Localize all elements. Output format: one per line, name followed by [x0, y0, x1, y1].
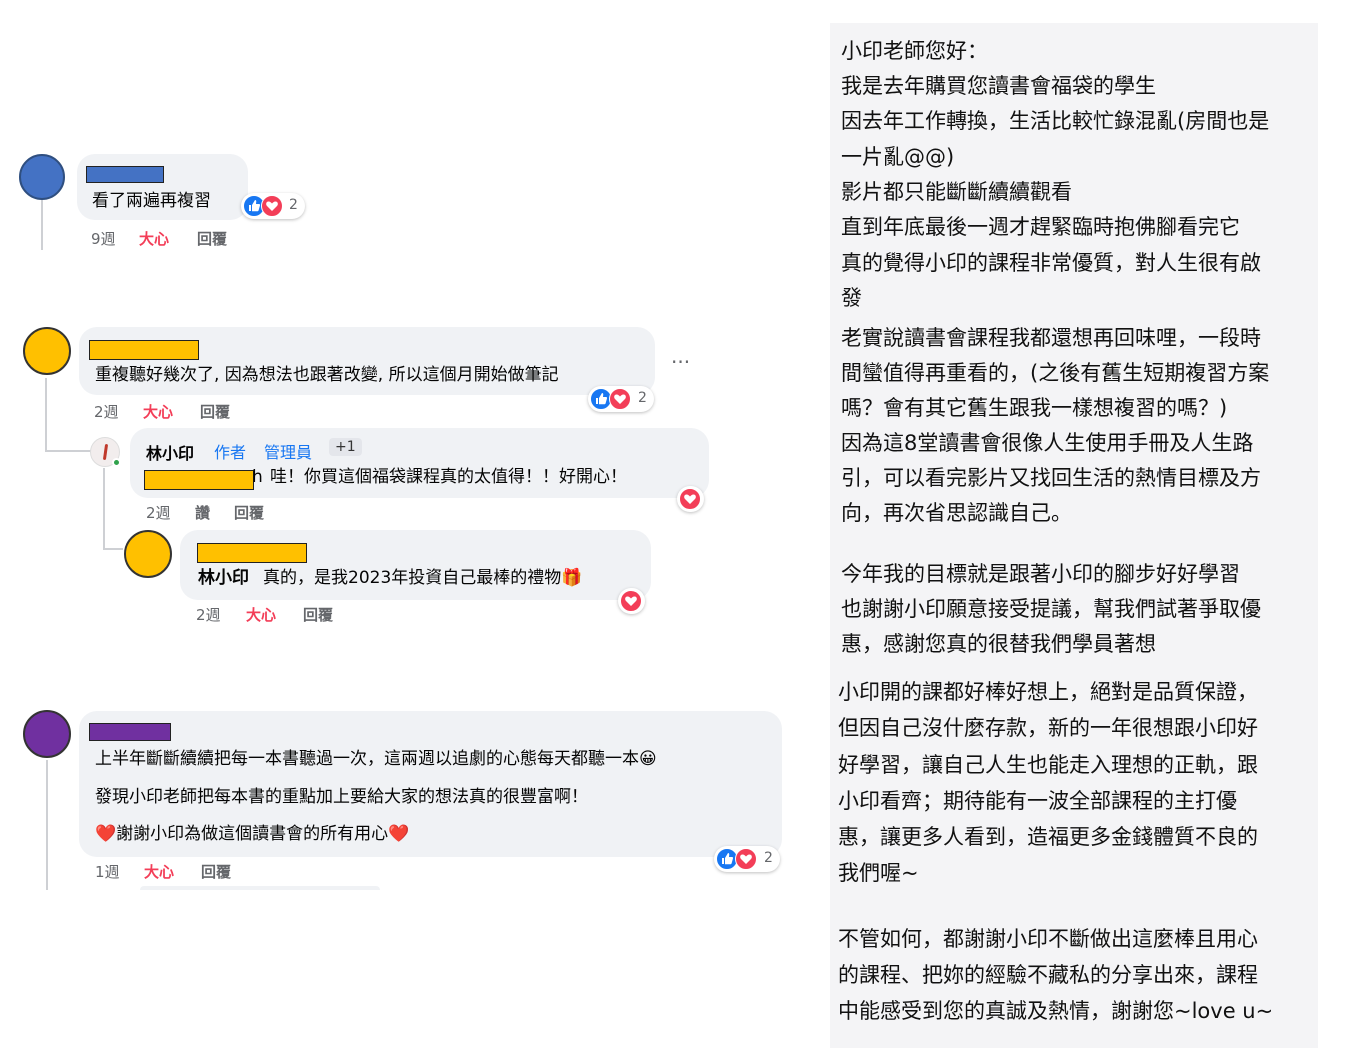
reaction-summary[interactable]: 2 — [241, 193, 305, 219]
letter-line: 發 — [841, 286, 862, 310]
letter-line: 間蠻值得再重看的，(之後有舊生短期複習方案 — [841, 361, 1270, 385]
letter-line: 小印看齊；期待能有一波全部課程的主打優 — [838, 789, 1237, 813]
letter-line: 的課程、把妳的經驗不藏私的分享出來，課程 — [838, 963, 1258, 987]
thread-line — [45, 378, 47, 450]
heart-icon — [620, 590, 642, 612]
author-name[interactable]: 林小印 — [146, 440, 194, 464]
author-badge: 作者 — [214, 443, 247, 462]
heart-icon — [609, 388, 631, 410]
redacted-name — [197, 543, 307, 563]
letter-line: 影片都只能斷斷續續觀看 — [841, 180, 1072, 204]
author-avatar[interactable] — [90, 437, 121, 467]
reply-button[interactable]: 回覆 — [234, 502, 264, 523]
letter-line: 一片亂@@) — [841, 145, 955, 169]
love-button[interactable]: 大心 — [246, 604, 276, 625]
pen-icon — [102, 443, 109, 461]
letter-line: 惠，感謝您真的很替我們學員著想 — [841, 632, 1156, 656]
avatar[interactable] — [23, 710, 71, 758]
comment-text: 重複聽好幾次了, 因為想法也跟著改變, 所以這個月開始做筆記 — [95, 365, 559, 385]
letter-line: 老實說讀書會課程我都還想再回味哩，一段時 — [841, 326, 1261, 350]
comment-line: ❤️謝謝小印為做這個讀書會的所有用心❤️ — [95, 824, 410, 844]
letter-line: 因為這8堂讀書會很像人生使用手冊及人生路 — [841, 431, 1254, 455]
mention-tail: h — [252, 467, 263, 487]
timestamp[interactable]: 1週 — [95, 861, 120, 882]
comment-line: 發現小印老師把每本書的重點加上要給大家的想法真的很豐富啊！ — [95, 787, 588, 807]
comment-text: 看了兩遍再複習 — [92, 191, 211, 211]
letter-line: 嗎？會有其它舊生跟我一樣想複習的嗎？) — [841, 396, 1228, 420]
letter-line: 向，再次省思認識自己。 — [841, 501, 1072, 525]
letter-line: 也謝謝小印願意接受提議，幫我們試著爭取優 — [841, 597, 1261, 621]
more-options-button[interactable]: ··· — [671, 350, 690, 374]
timestamp[interactable]: 9週 — [91, 228, 116, 249]
reaction-summary[interactable]: 2 — [588, 386, 654, 412]
letter-line: 引，可以看完影片又找回生活的熱情目標及方 — [841, 466, 1261, 490]
letter-line: 好學習，讓自己人生也能走入理想的正軌，跟 — [838, 753, 1258, 777]
next-reply-preview — [140, 886, 380, 890]
love-button[interactable]: 大心 — [144, 861, 174, 882]
thread-line — [103, 468, 105, 548]
heart-reaction[interactable] — [677, 486, 704, 512]
reply-bubble: 林小印 真的，是我2023年投資自己最棒的禮物🎁 — [180, 530, 651, 600]
like-button[interactable]: 讚 — [195, 502, 210, 523]
redacted-name — [89, 340, 199, 360]
timestamp[interactable]: 2週 — [146, 502, 171, 523]
letter-line: 但因自己沒什麼存款，新的一年很想跟小印好 — [838, 716, 1258, 740]
love-button[interactable]: 大心 — [143, 401, 173, 422]
letter-line: 惠，讓更多人看到，造福更多金錢體質不良的 — [838, 825, 1258, 849]
redacted-mention — [144, 470, 254, 490]
heart-icon — [735, 848, 757, 870]
letter-line: 小印老師您好： — [841, 39, 988, 63]
avatar[interactable] — [23, 327, 71, 375]
letter-line: 小印開的課都好棒好想上，絕對是品質保證， — [838, 680, 1258, 704]
letter-line: 真的覺得小印的課程非常優質，對人生很有啟 — [841, 251, 1261, 275]
heart-icon — [261, 195, 283, 217]
timestamp[interactable]: 2週 — [196, 604, 221, 625]
avatar[interactable] — [124, 530, 172, 578]
badge-count[interactable]: +1 — [329, 438, 362, 456]
reaction-count: 2 — [764, 850, 773, 866]
online-dot — [112, 458, 121, 467]
feedback-letter: 小印老師您好： 我是去年購買您讀書會福袋的學生 因去年工作轉換，生活比較忙錄混亂… — [830, 23, 1318, 1048]
redacted-name — [89, 723, 171, 741]
letter-line: 我們喔~ — [838, 861, 919, 885]
reply-text: 真的，是我2023年投資自己最棒的禮物🎁 — [263, 568, 583, 588]
reaction-count: 2 — [638, 390, 647, 406]
letter-line: 不管如何，都謝謝小印不斷做出這麼棒且用心 — [838, 927, 1258, 951]
letter-line: 中能感受到您的真誠及熱情，謝謝您~love u~ — [838, 999, 1274, 1023]
comment-line: 上半年斷斷續續把每一本書聽過一次，這兩週以追劇的心態每天都聽一本😀 — [95, 749, 657, 769]
letter-line: 今年我的目標就是跟著小印的腳步好好學習 — [841, 562, 1240, 586]
reply-button[interactable]: 回覆 — [201, 861, 231, 882]
comment-bubble: 重複聽好幾次了, 因為想法也跟著改變, 所以這個月開始做筆記 — [79, 327, 655, 395]
redacted-name — [86, 166, 164, 183]
reply-button[interactable]: 回覆 — [200, 401, 230, 422]
letter-line: 因去年工作轉換，生活比較忙錄混亂(房間也是 — [841, 109, 1270, 133]
admin-badge: 管理員 — [264, 443, 313, 462]
heart-icon — [679, 488, 701, 510]
mention[interactable]: 林小印 — [198, 567, 249, 589]
letter-line: 直到年底最後一週才趕緊臨時抱佛腳看完它 — [841, 215, 1240, 239]
thread-line — [45, 450, 93, 452]
heart-reaction[interactable] — [618, 588, 645, 614]
reply-button[interactable]: 回覆 — [303, 604, 333, 625]
love-button[interactable]: 大心 — [139, 228, 169, 249]
comment-bubble: 上半年斷斷續續把每一本書聽過一次，這兩週以追劇的心態每天都聽一本😀 發現小印老師… — [79, 711, 782, 857]
thread-line — [103, 548, 123, 550]
reaction-summary[interactable]: 2 — [714, 846, 780, 872]
reply-bubble: 林小印 作者 管理員 +1 h 哇！你買這個福袋課程真的太值得！！好開心！ — [130, 428, 709, 498]
thread-line — [46, 760, 48, 890]
comment-bubble: 看了兩遍再複習 — [77, 154, 248, 220]
reply-text: 哇！你買這個福袋課程真的太值得！！好開心！ — [270, 467, 627, 487]
thread-line — [41, 200, 43, 250]
reply-button[interactable]: 回覆 — [197, 228, 227, 249]
avatar[interactable] — [19, 154, 65, 200]
reaction-count: 2 — [289, 197, 298, 213]
letter-line: 我是去年購買您讀書會福袋的學生 — [841, 74, 1156, 98]
timestamp[interactable]: 2週 — [94, 401, 119, 422]
